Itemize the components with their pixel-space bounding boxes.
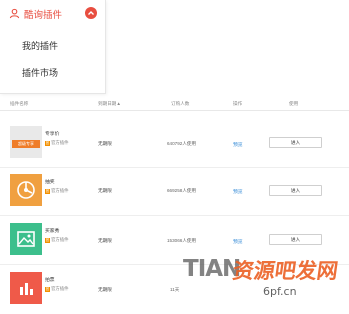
bar-chart-icon <box>10 272 42 304</box>
preview-link[interactable]: 预览 <box>233 141 243 148</box>
image-icon <box>10 223 42 255</box>
subscriber-count: 669258人使用 <box>167 188 197 193</box>
plugin-name: 专享价 <box>45 132 60 137</box>
official-mark: 官 <box>45 188 50 194</box>
header-subscribers: 订购人数 <box>171 101 190 106</box>
preview-link[interactable]: 预览 <box>233 238 243 245</box>
menu-title: 酷询插件 <box>24 9 63 21</box>
official-badge: 官 官方插件 <box>45 140 69 146</box>
professional-banner-icon: 超级专享 <box>10 126 42 158</box>
thumb-banner: 超级专享 <box>12 140 40 148</box>
menu-item-plugin-market[interactable]: 插件市场 <box>22 66 58 79</box>
watermark-right: 资源吧发网 <box>231 259 340 283</box>
expire-date: 无期限 <box>98 188 112 193</box>
enter-button[interactable]: 进入 <box>269 137 322 148</box>
menu-item-my-plugins[interactable]: 我的插件 <box>22 39 58 52</box>
table-row: 抽奖 官 官方插件 无期限 669258人使用 预览 进入 <box>0 168 349 216</box>
expire-date: 无期限 <box>98 141 112 146</box>
preview-link[interactable]: 预览 <box>233 188 243 195</box>
plugin-name: 抽奖 <box>45 180 55 185</box>
table-row: 超级专享 专享价 官 官方插件 无期限 640792人使用 预览 进入 <box>0 120 349 168</box>
official-badge: 官 官方插件 <box>45 286 69 292</box>
plugin-menu: 酷询插件 我的插件 插件市场 <box>0 0 106 94</box>
chevron-up-icon[interactable] <box>85 7 97 19</box>
official-label: 官方插件 <box>51 237 69 242</box>
official-mark: 官 <box>45 286 50 292</box>
watermark-url: 6pf.cn <box>263 285 297 298</box>
official-mark: 官 <box>45 237 50 243</box>
enter-button[interactable]: 进入 <box>269 234 322 245</box>
plugin-name: 拍票 <box>45 278 55 283</box>
official-label: 官方插件 <box>51 140 69 145</box>
header-expire-date[interactable]: 到期日期▲ <box>98 101 121 107</box>
subscriber-count: 153066人使用 <box>167 238 197 243</box>
subscriber-count: 11天 <box>170 287 180 292</box>
official-badge: 官 官方插件 <box>45 188 69 194</box>
header-operation: 操作 <box>233 101 243 106</box>
enter-button[interactable]: 进入 <box>269 185 322 196</box>
subscriber-count: 640792人使用 <box>167 141 197 146</box>
official-label: 官方插件 <box>51 286 69 291</box>
header-use: 使用 <box>289 101 299 106</box>
official-label: 官方插件 <box>51 188 69 193</box>
lottery-icon <box>10 174 42 206</box>
menu-header[interactable]: 酷询插件 <box>0 0 105 27</box>
table-header: 插件名称 到期日期▲ 订购人数 操作 使用 <box>0 99 349 111</box>
expire-date: 无期限 <box>98 287 112 292</box>
header-plugin-name: 插件名称 <box>10 101 29 106</box>
user-icon <box>8 8 20 20</box>
expire-date: 无期限 <box>98 238 112 243</box>
official-mark: 官 <box>45 140 50 146</box>
plugin-name: 买家秀 <box>45 229 60 234</box>
official-badge: 官 官方插件 <box>45 237 69 243</box>
